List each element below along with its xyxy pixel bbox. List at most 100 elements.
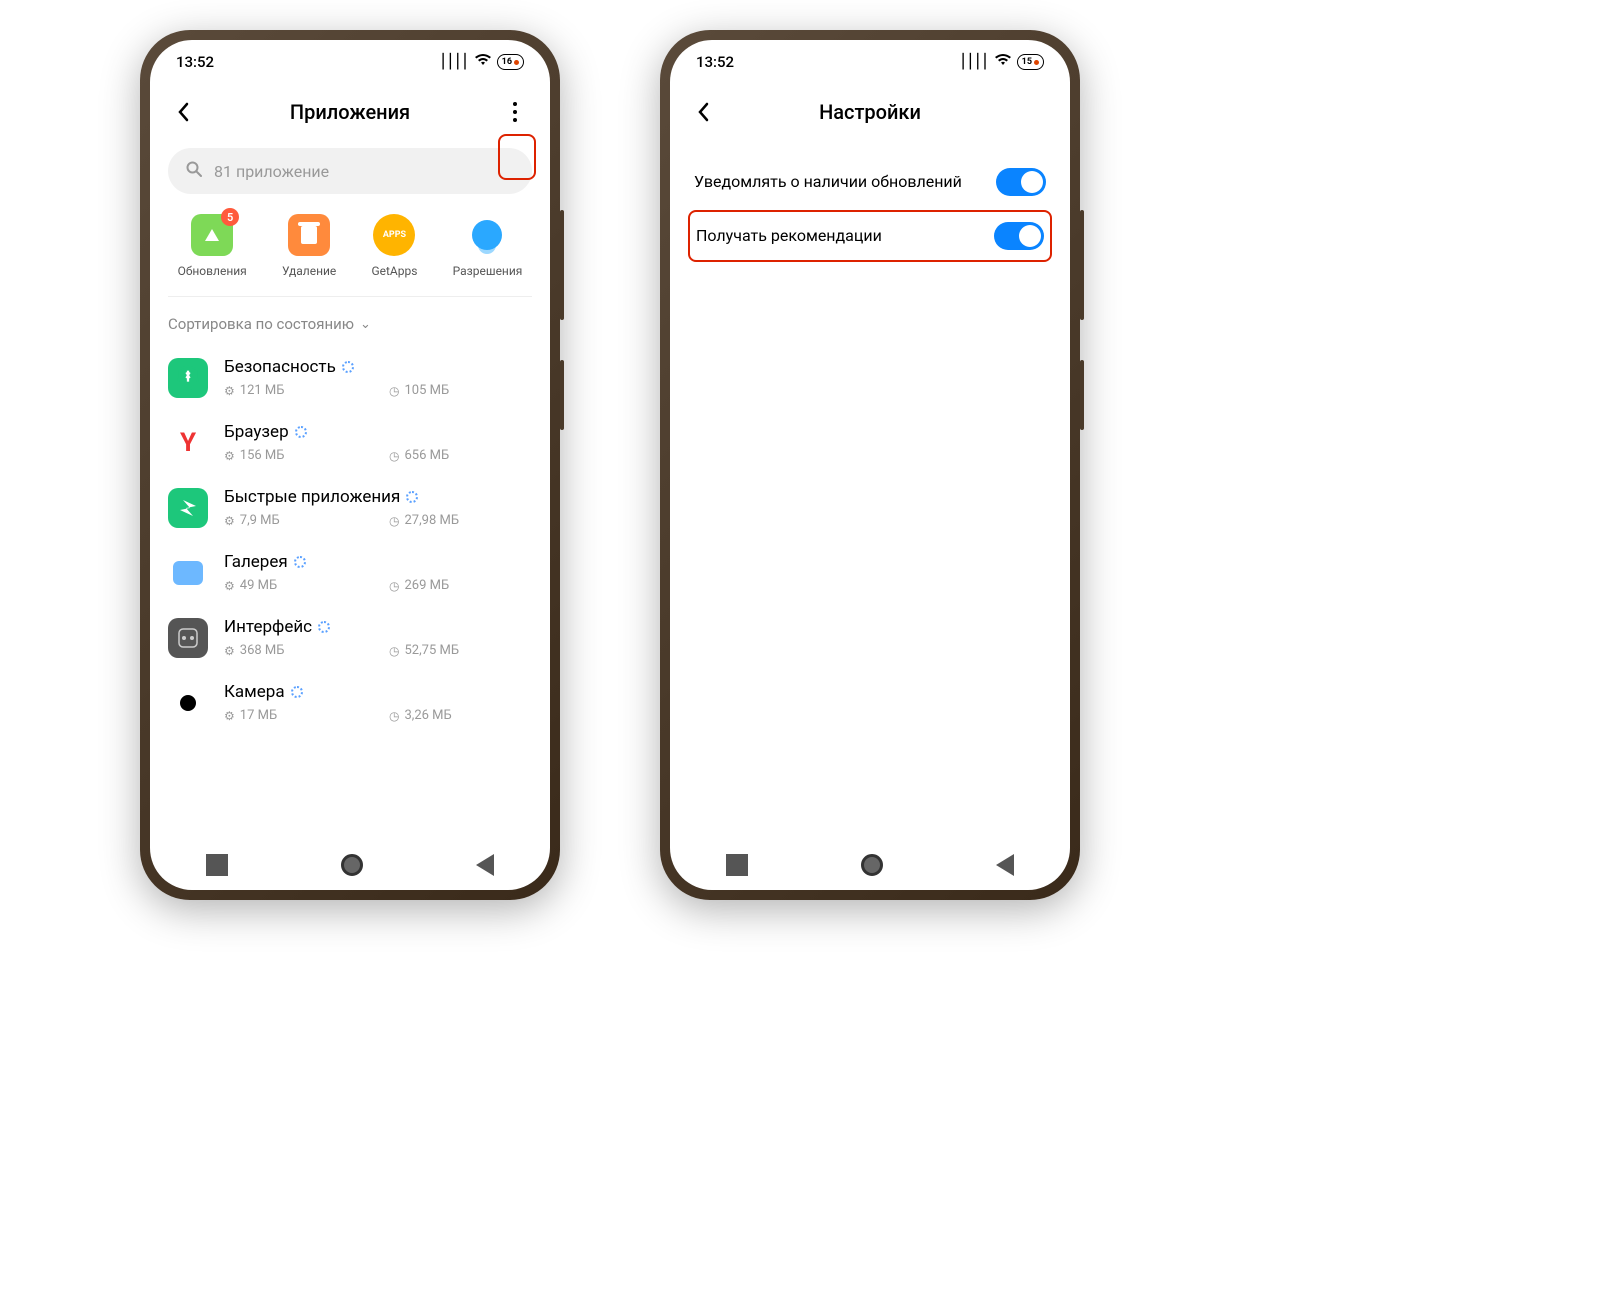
- action-label: GetApps: [371, 264, 417, 278]
- page-title: Приложения: [290, 100, 410, 124]
- battery-icon: 15: [1017, 54, 1044, 70]
- loading-icon: [294, 556, 306, 568]
- signal-icon: ⎮⎮⎮⎮: [959, 54, 988, 70]
- updates-badge: 5: [221, 208, 239, 226]
- power-button[interactable]: [560, 360, 564, 430]
- app-time: 656 МБ: [404, 448, 449, 463]
- search-placeholder: 81 приложение: [214, 162, 329, 181]
- more-menu-button[interactable]: [498, 92, 532, 132]
- app-icon-gallery: [173, 561, 203, 585]
- loading-icon: [342, 361, 354, 373]
- phone-settings: 13:52 ⎮⎮⎮⎮ 15 Настройки Уведомлять о нал…: [660, 30, 1080, 900]
- loading-icon: [291, 686, 303, 698]
- storage-icon: ⚙: [224, 384, 235, 398]
- app-storage: 17 МБ: [240, 708, 277, 723]
- phone-apps: 13:52 ⎮⎮⎮⎮ 16 Приложения: [140, 30, 560, 900]
- page-title: Настройки: [819, 100, 921, 124]
- storage-icon: ⚙: [224, 709, 235, 723]
- setting-label: Получать рекомендации: [696, 225, 982, 247]
- app-icon-browser: Y: [168, 423, 208, 463]
- screen-apps: 13:52 ⎮⎮⎮⎮ 16 Приложения: [150, 40, 550, 890]
- action-label: Разрешения: [453, 264, 523, 278]
- setting-notify-updates[interactable]: Уведомлять о наличии обновлений: [688, 154, 1052, 210]
- app-name: Интерфейс: [224, 617, 312, 637]
- storage-icon: ⚙: [224, 644, 235, 658]
- nav-recents[interactable]: [726, 854, 748, 876]
- clock-icon: ◷: [389, 514, 399, 528]
- action-label: Обновления: [178, 264, 247, 278]
- app-icon-interface: [168, 618, 208, 658]
- screen-settings: 13:52 ⎮⎮⎮⎮ 15 Настройки Уведомлять о нал…: [670, 40, 1070, 890]
- app-name: Безопасность: [224, 357, 336, 377]
- volume-button[interactable]: [1080, 210, 1084, 320]
- app-time: 269 МБ: [404, 578, 449, 593]
- app-time: 3,26 МБ: [404, 708, 451, 723]
- power-button[interactable]: [1080, 360, 1084, 430]
- app-storage: 368 МБ: [240, 643, 285, 658]
- app-icon-quickapps: [168, 488, 208, 528]
- app-time: 52,75 МБ: [404, 643, 459, 658]
- loading-icon: [295, 426, 307, 438]
- app-name: Галерея: [224, 552, 288, 572]
- action-permissions[interactable]: Разрешения: [453, 214, 523, 278]
- setting-recommendations[interactable]: Получать рекомендации: [688, 210, 1052, 262]
- storage-icon: ⚙: [224, 579, 235, 593]
- nav-home[interactable]: [861, 854, 883, 876]
- action-row: 5 Обновления Удаление APPS GetApps Разре…: [150, 208, 550, 296]
- nav-back[interactable]: [476, 854, 494, 876]
- app-item[interactable]: Y Браузер ⚙156 МБ ◷656 МБ: [168, 410, 532, 475]
- action-delete[interactable]: Удаление: [282, 214, 336, 278]
- sort-label: Сортировка по состоянию: [168, 315, 354, 333]
- settings-list: Уведомлять о наличии обновлений Получать…: [670, 140, 1070, 276]
- chevron-down-icon: ⌄: [360, 317, 371, 332]
- status-bar: 13:52 ⎮⎮⎮⎮ 16: [150, 40, 550, 84]
- storage-icon: ⚙: [224, 514, 235, 528]
- header: Приложения: [150, 84, 550, 140]
- setting-label: Уведомлять о наличии обновлений: [694, 171, 984, 193]
- storage-icon: ⚙: [224, 449, 235, 463]
- action-label: Удаление: [282, 264, 336, 278]
- back-button[interactable]: [168, 97, 198, 127]
- app-item[interactable]: Интерфейс ⚙ 368 МБ ◷ 52,75 МБ: [168, 605, 532, 670]
- signal-icon: ⎮⎮⎮⎮: [439, 54, 468, 70]
- action-updates[interactable]: 5 Обновления: [178, 214, 247, 278]
- volume-button[interactable]: [560, 210, 564, 320]
- nav-back[interactable]: [996, 854, 1014, 876]
- app-time: 27,98 МБ: [404, 513, 459, 528]
- clock-icon: ◷: [389, 644, 399, 658]
- app-item[interactable]: Камера ⚙ 17 МБ ◷ 3,26 МБ: [168, 670, 532, 735]
- battery-value: 16: [502, 57, 512, 67]
- search-input[interactable]: 81 приложение: [168, 148, 532, 194]
- sort-dropdown[interactable]: Сортировка по состоянию ⌄: [150, 297, 550, 345]
- search-icon: [186, 161, 202, 181]
- status-bar: 13:52 ⎮⎮⎮⎮ 15: [670, 40, 1070, 84]
- clock-icon: ◷: [389, 709, 399, 723]
- loading-icon: [318, 621, 330, 633]
- app-name: Камера: [224, 682, 285, 702]
- header: Настройки: [670, 84, 1070, 140]
- nav-recents[interactable]: [206, 854, 228, 876]
- action-getapps[interactable]: APPS GetApps: [371, 214, 417, 278]
- back-button[interactable]: [688, 97, 718, 127]
- status-right: ⎮⎮⎮⎮ 16: [439, 54, 524, 70]
- app-item[interactable]: Безопасность ⚙121 МБ ◷105 МБ: [168, 345, 532, 410]
- permissions-icon: [466, 214, 508, 256]
- loading-icon: [406, 491, 418, 503]
- nav-home[interactable]: [341, 854, 363, 876]
- toggle-recommendations[interactable]: [994, 222, 1044, 250]
- status-time: 13:52: [176, 53, 214, 71]
- getapps-icon: APPS: [373, 214, 415, 256]
- app-time: 105 МБ: [404, 383, 449, 398]
- battery-value: 15: [1022, 57, 1032, 67]
- app-icon-security: [168, 358, 208, 398]
- battery-icon: 16: [497, 54, 524, 70]
- wifi-icon: [475, 54, 491, 70]
- app-item[interactable]: Быстрые приложения ⚙7,9 МБ ◷27,98 МБ: [168, 475, 532, 540]
- app-name: Быстрые приложения: [224, 487, 400, 507]
- app-storage: 49 МБ: [240, 578, 277, 593]
- app-storage: 121 МБ: [240, 383, 285, 398]
- app-item[interactable]: Галерея ⚙49 МБ ◷269 МБ: [168, 540, 532, 605]
- navigation-bar: [150, 840, 550, 890]
- status-right: ⎮⎮⎮⎮ 15: [959, 54, 1044, 70]
- toggle-notify-updates[interactable]: [996, 168, 1046, 196]
